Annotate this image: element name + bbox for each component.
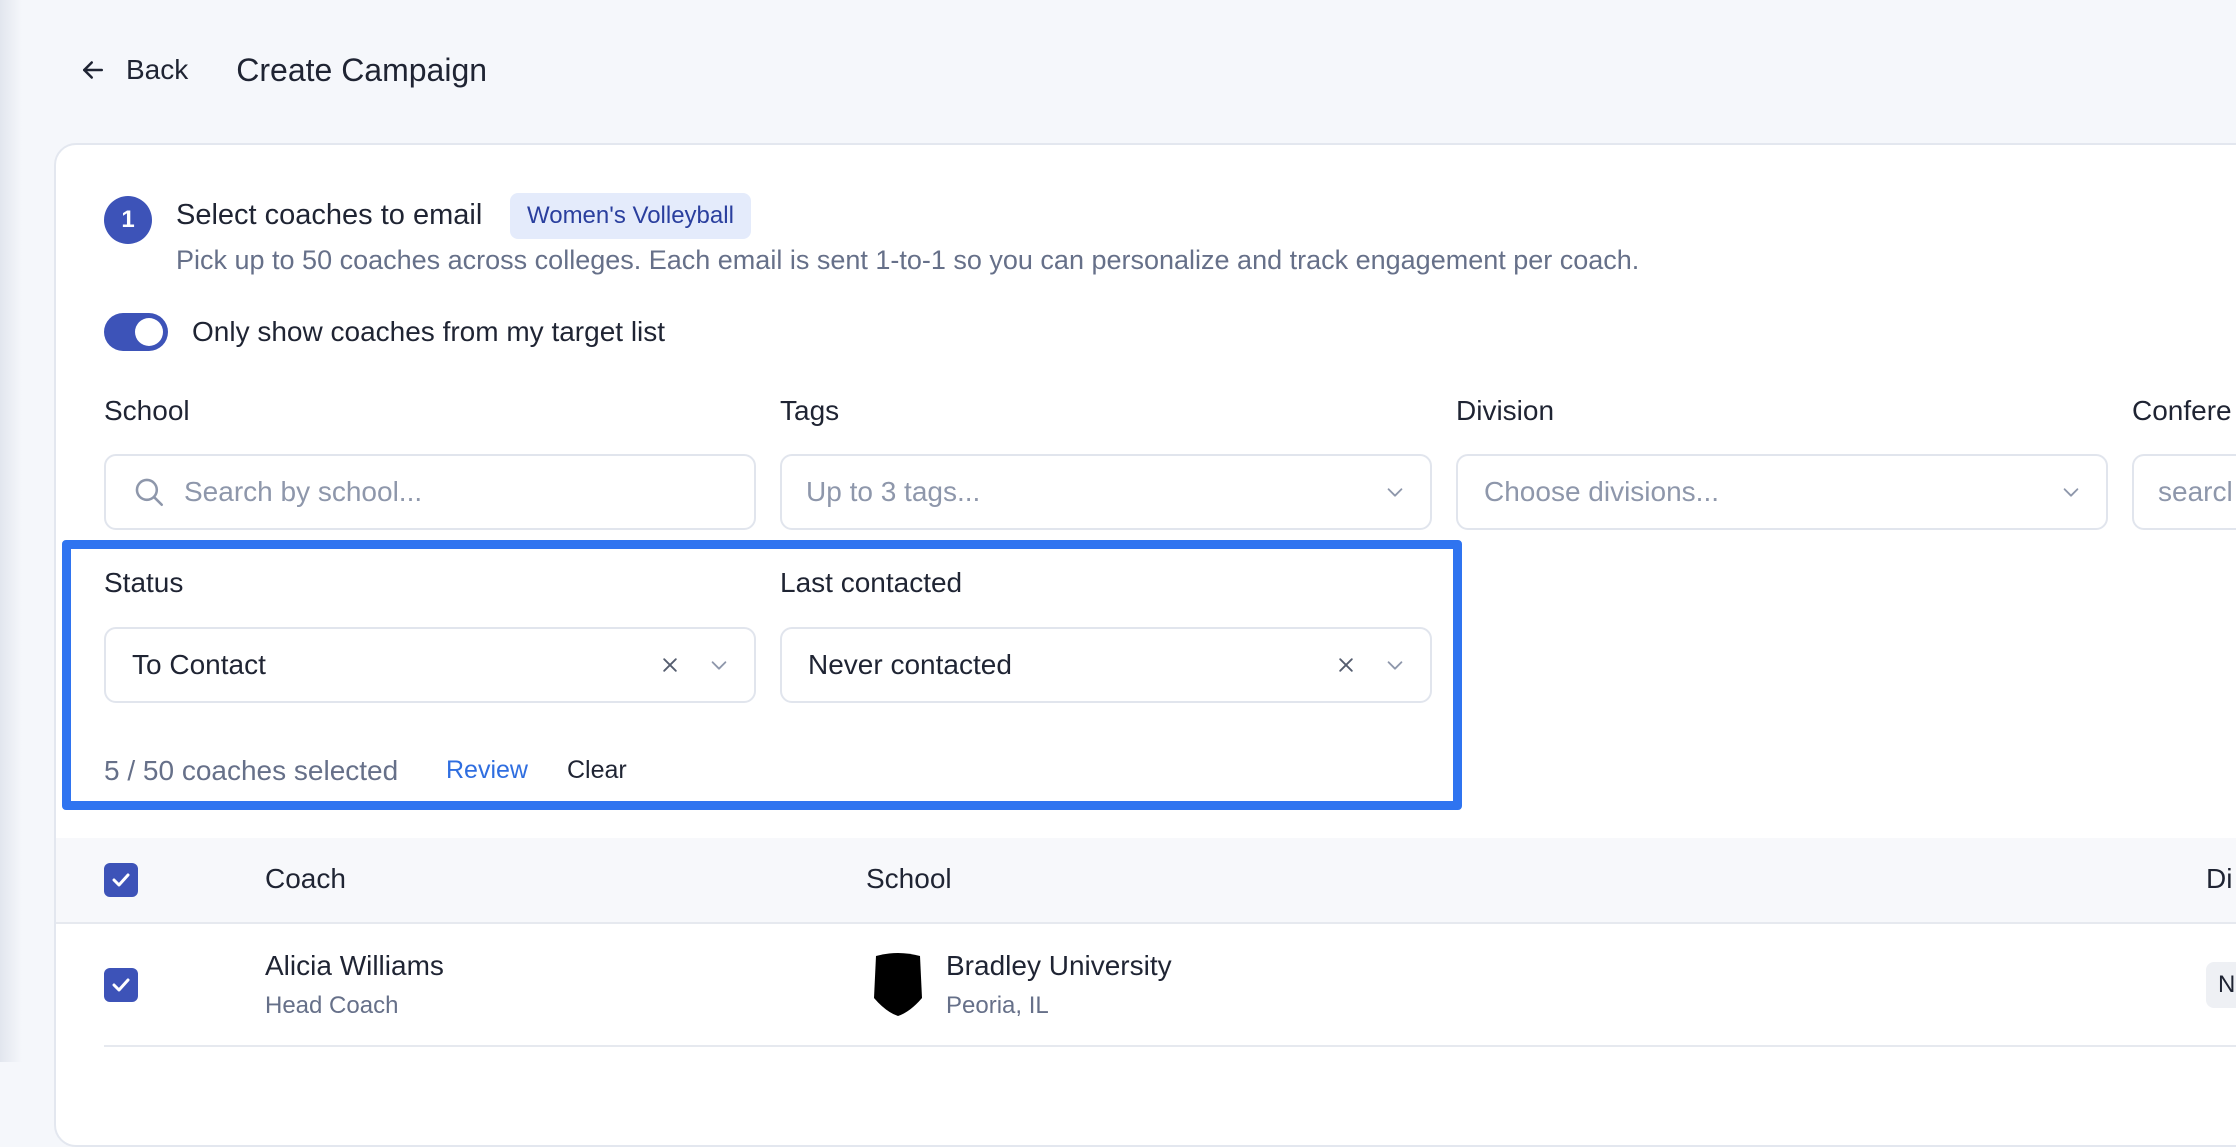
- conference-placeholder: searcl: [2158, 476, 2233, 507]
- toggle-knob: [135, 318, 163, 346]
- coach-role: Head Coach: [265, 992, 399, 1019]
- chevron-down-icon: [1387, 488, 1403, 497]
- division-chip: N: [2206, 962, 2236, 1008]
- step-description: Pick up to 50 coaches across colleges. E…: [176, 245, 1640, 275]
- back-label: Back: [126, 54, 189, 85]
- division-placeholder: Choose divisions...: [1484, 476, 1720, 507]
- column-header-division[interactable]: Di: [2206, 863, 2232, 895]
- target-list-toggle-label: Only show coaches from my target list: [192, 316, 666, 347]
- page-title: Create Campaign: [236, 51, 488, 88]
- tags-placeholder: Up to 3 tags...: [806, 476, 981, 507]
- tags-filter-label: Tags: [780, 395, 840, 426]
- division-select[interactable]: Choose divisions...: [1456, 454, 2108, 530]
- table-header: [56, 838, 2236, 924]
- highlight-box: [62, 540, 1462, 810]
- conference-search-input[interactable]: searcl: [2132, 454, 2236, 530]
- checkmark-icon: [112, 978, 130, 992]
- school-search-placeholder: Search by school...: [184, 476, 423, 507]
- top-bar: Back Create Campaign: [78, 48, 487, 92]
- step-number-badge: 1: [104, 196, 152, 244]
- coach-name: Alicia Williams: [265, 950, 444, 981]
- checkmark-icon: [112, 873, 130, 887]
- school-location: Peoria, IL: [946, 992, 1049, 1019]
- school-shield-icon: [874, 953, 922, 1016]
- school-name: Bradley University: [946, 950, 1172, 981]
- column-header-school[interactable]: School: [866, 863, 952, 895]
- target-list-toggle[interactable]: [104, 313, 168, 351]
- division-filter-label: Division: [1456, 395, 1555, 426]
- row-checkbox[interactable]: [104, 968, 138, 1002]
- back-button[interactable]: Back: [78, 54, 188, 86]
- chevron-down-icon: [2063, 488, 2079, 497]
- sport-tag: Women's Volleyball: [510, 193, 751, 239]
- school-filter-label: School: [104, 395, 190, 426]
- school-search-input[interactable]: Search by school...: [104, 454, 756, 530]
- select-all-checkbox[interactable]: [104, 863, 138, 897]
- window-edge: [0, 0, 22, 1062]
- conference-filter-label: Confere: [2132, 395, 2232, 426]
- column-header-coach[interactable]: Coach: [265, 863, 346, 895]
- search-icon: [135, 478, 164, 507]
- arrow-left-icon: [83, 61, 103, 79]
- tags-select[interactable]: Up to 3 tags...: [780, 454, 1432, 530]
- row-divider: [104, 1045, 2236, 1047]
- step-title: Select coaches to email: [176, 199, 483, 231]
